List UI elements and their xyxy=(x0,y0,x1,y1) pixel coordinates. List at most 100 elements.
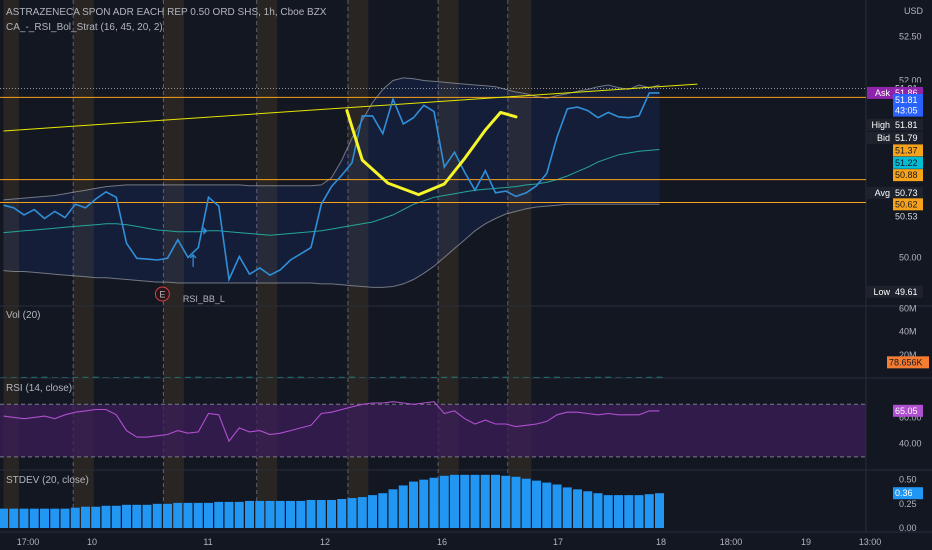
volume-bar xyxy=(379,376,386,378)
stdev-bar xyxy=(50,508,60,528)
volume-bar xyxy=(441,376,448,378)
stdev-bar xyxy=(9,508,19,528)
symbol-title[interactable]: ASTRAZENECA SPON ADR EACH REP 0.50 ORD S… xyxy=(6,7,327,18)
stdev-bar xyxy=(29,508,39,528)
stdev-bar xyxy=(0,508,8,528)
volume-bar xyxy=(154,377,161,378)
price-tag: 50.73 xyxy=(895,188,918,198)
stdev-bar xyxy=(573,489,582,528)
rsi-axis-tick: 40.00 xyxy=(899,439,922,449)
volume-bar xyxy=(656,376,663,378)
stdev-bar xyxy=(19,508,29,528)
volume-bar xyxy=(72,376,79,378)
stdev-bar xyxy=(81,506,90,528)
volume-bar xyxy=(205,377,212,378)
volume-bar xyxy=(123,376,130,378)
stdev-bar xyxy=(70,507,80,528)
stdev-panel xyxy=(0,474,664,528)
time-axis-label: 18 xyxy=(656,537,666,547)
stdev-bar xyxy=(583,491,593,528)
price-axis: 52.5052.0050.0060M40M20M60.0040.000.500.… xyxy=(867,31,929,533)
stdev-bar xyxy=(378,493,388,528)
stdev-bar xyxy=(111,505,121,528)
volume-bar xyxy=(267,377,273,378)
stdev-bar xyxy=(388,489,398,528)
volume-bar xyxy=(574,377,581,378)
stdev-bar xyxy=(409,481,418,528)
volume-bar xyxy=(513,377,519,378)
volume-bar xyxy=(646,376,653,378)
time-axis-label: 12 xyxy=(320,537,330,547)
stdev-bar xyxy=(265,500,275,528)
volume-bar xyxy=(554,376,560,378)
volume-bar xyxy=(451,376,458,378)
volume-bar xyxy=(287,376,294,378)
volume-bar xyxy=(390,376,396,378)
volume-bar xyxy=(62,377,68,378)
stdev-bar xyxy=(234,501,244,528)
price-axis-tick: 50.00 xyxy=(899,252,922,262)
stdev-bar xyxy=(163,503,172,528)
volume-bar xyxy=(195,376,202,378)
price-axis-tick: 52.50 xyxy=(899,31,922,41)
time-axis-label: 18:00 xyxy=(720,537,743,547)
volume-bar xyxy=(420,377,427,378)
volume-bar xyxy=(0,377,7,378)
earnings-event-label: E xyxy=(159,290,165,300)
stdev-bar xyxy=(193,502,203,528)
volume-bar xyxy=(174,376,181,378)
stdev-bar xyxy=(224,501,234,528)
stdev-bar xyxy=(511,476,521,528)
stdev-bar xyxy=(439,475,449,528)
stdev-bar xyxy=(142,504,152,528)
volume-bar xyxy=(543,376,550,378)
volume-bar xyxy=(533,376,540,378)
price-panel: E RSI_BB_L xyxy=(0,77,866,304)
volume-bar xyxy=(277,376,284,378)
time-axis-label: 17 xyxy=(553,537,563,547)
price-tag: 43:05 xyxy=(895,106,918,116)
volume-bar xyxy=(482,376,489,378)
volume-bar xyxy=(164,377,171,378)
price-tag-name: High xyxy=(871,120,890,130)
volume-bar xyxy=(400,376,407,378)
stdev-bar xyxy=(60,508,70,528)
volume-bar xyxy=(625,377,632,378)
volume-bar xyxy=(636,376,642,378)
volume-tag: 78.656K xyxy=(889,357,923,367)
stdev-bar xyxy=(419,479,429,528)
stdev-bar xyxy=(624,495,634,528)
stdev-bar xyxy=(286,500,295,528)
stdev-bar xyxy=(634,495,644,528)
price-tag-name: Avg xyxy=(875,188,890,198)
price-tag-name: Low xyxy=(873,287,890,297)
stdev-bar xyxy=(603,495,613,528)
volume-bar xyxy=(584,376,591,378)
volume-bar xyxy=(523,377,530,378)
stdev-bar xyxy=(132,504,142,528)
price-tag: 50.53 xyxy=(895,212,918,222)
stdev-bar xyxy=(357,497,367,528)
price-tag: 50.88 xyxy=(895,170,918,180)
indicator-legend[interactable]: CA_-_RSI_Bol_Strat (16, 45, 20, 2) xyxy=(6,22,163,33)
time-axis-label: 17:00 xyxy=(17,537,40,547)
stdev-bar xyxy=(521,478,531,528)
signal-label: RSI_BB_L xyxy=(183,294,225,304)
volume-bar xyxy=(564,377,571,378)
volume-bar xyxy=(502,376,509,378)
rsi-tag: 65.05 xyxy=(895,406,918,416)
stdev-bar xyxy=(368,495,377,528)
time-axis-label: 13:00 xyxy=(859,537,882,547)
stdev-legend[interactable]: STDEV (20, close) xyxy=(6,475,89,486)
stdev-bar xyxy=(655,493,664,528)
stdev-bar xyxy=(101,505,111,528)
currency-label: USD xyxy=(904,6,924,16)
time-axis-label: 10 xyxy=(87,537,97,547)
volume-bar xyxy=(215,377,222,378)
rsi-legend[interactable]: RSI (14, close) xyxy=(6,383,72,394)
volume-legend[interactable]: Vol (20) xyxy=(6,310,40,321)
stdev-bar xyxy=(275,500,285,528)
stdev-tag: 0.36 xyxy=(895,488,913,498)
time-axis-label: 16 xyxy=(437,537,447,547)
stdev-bar xyxy=(152,503,162,528)
